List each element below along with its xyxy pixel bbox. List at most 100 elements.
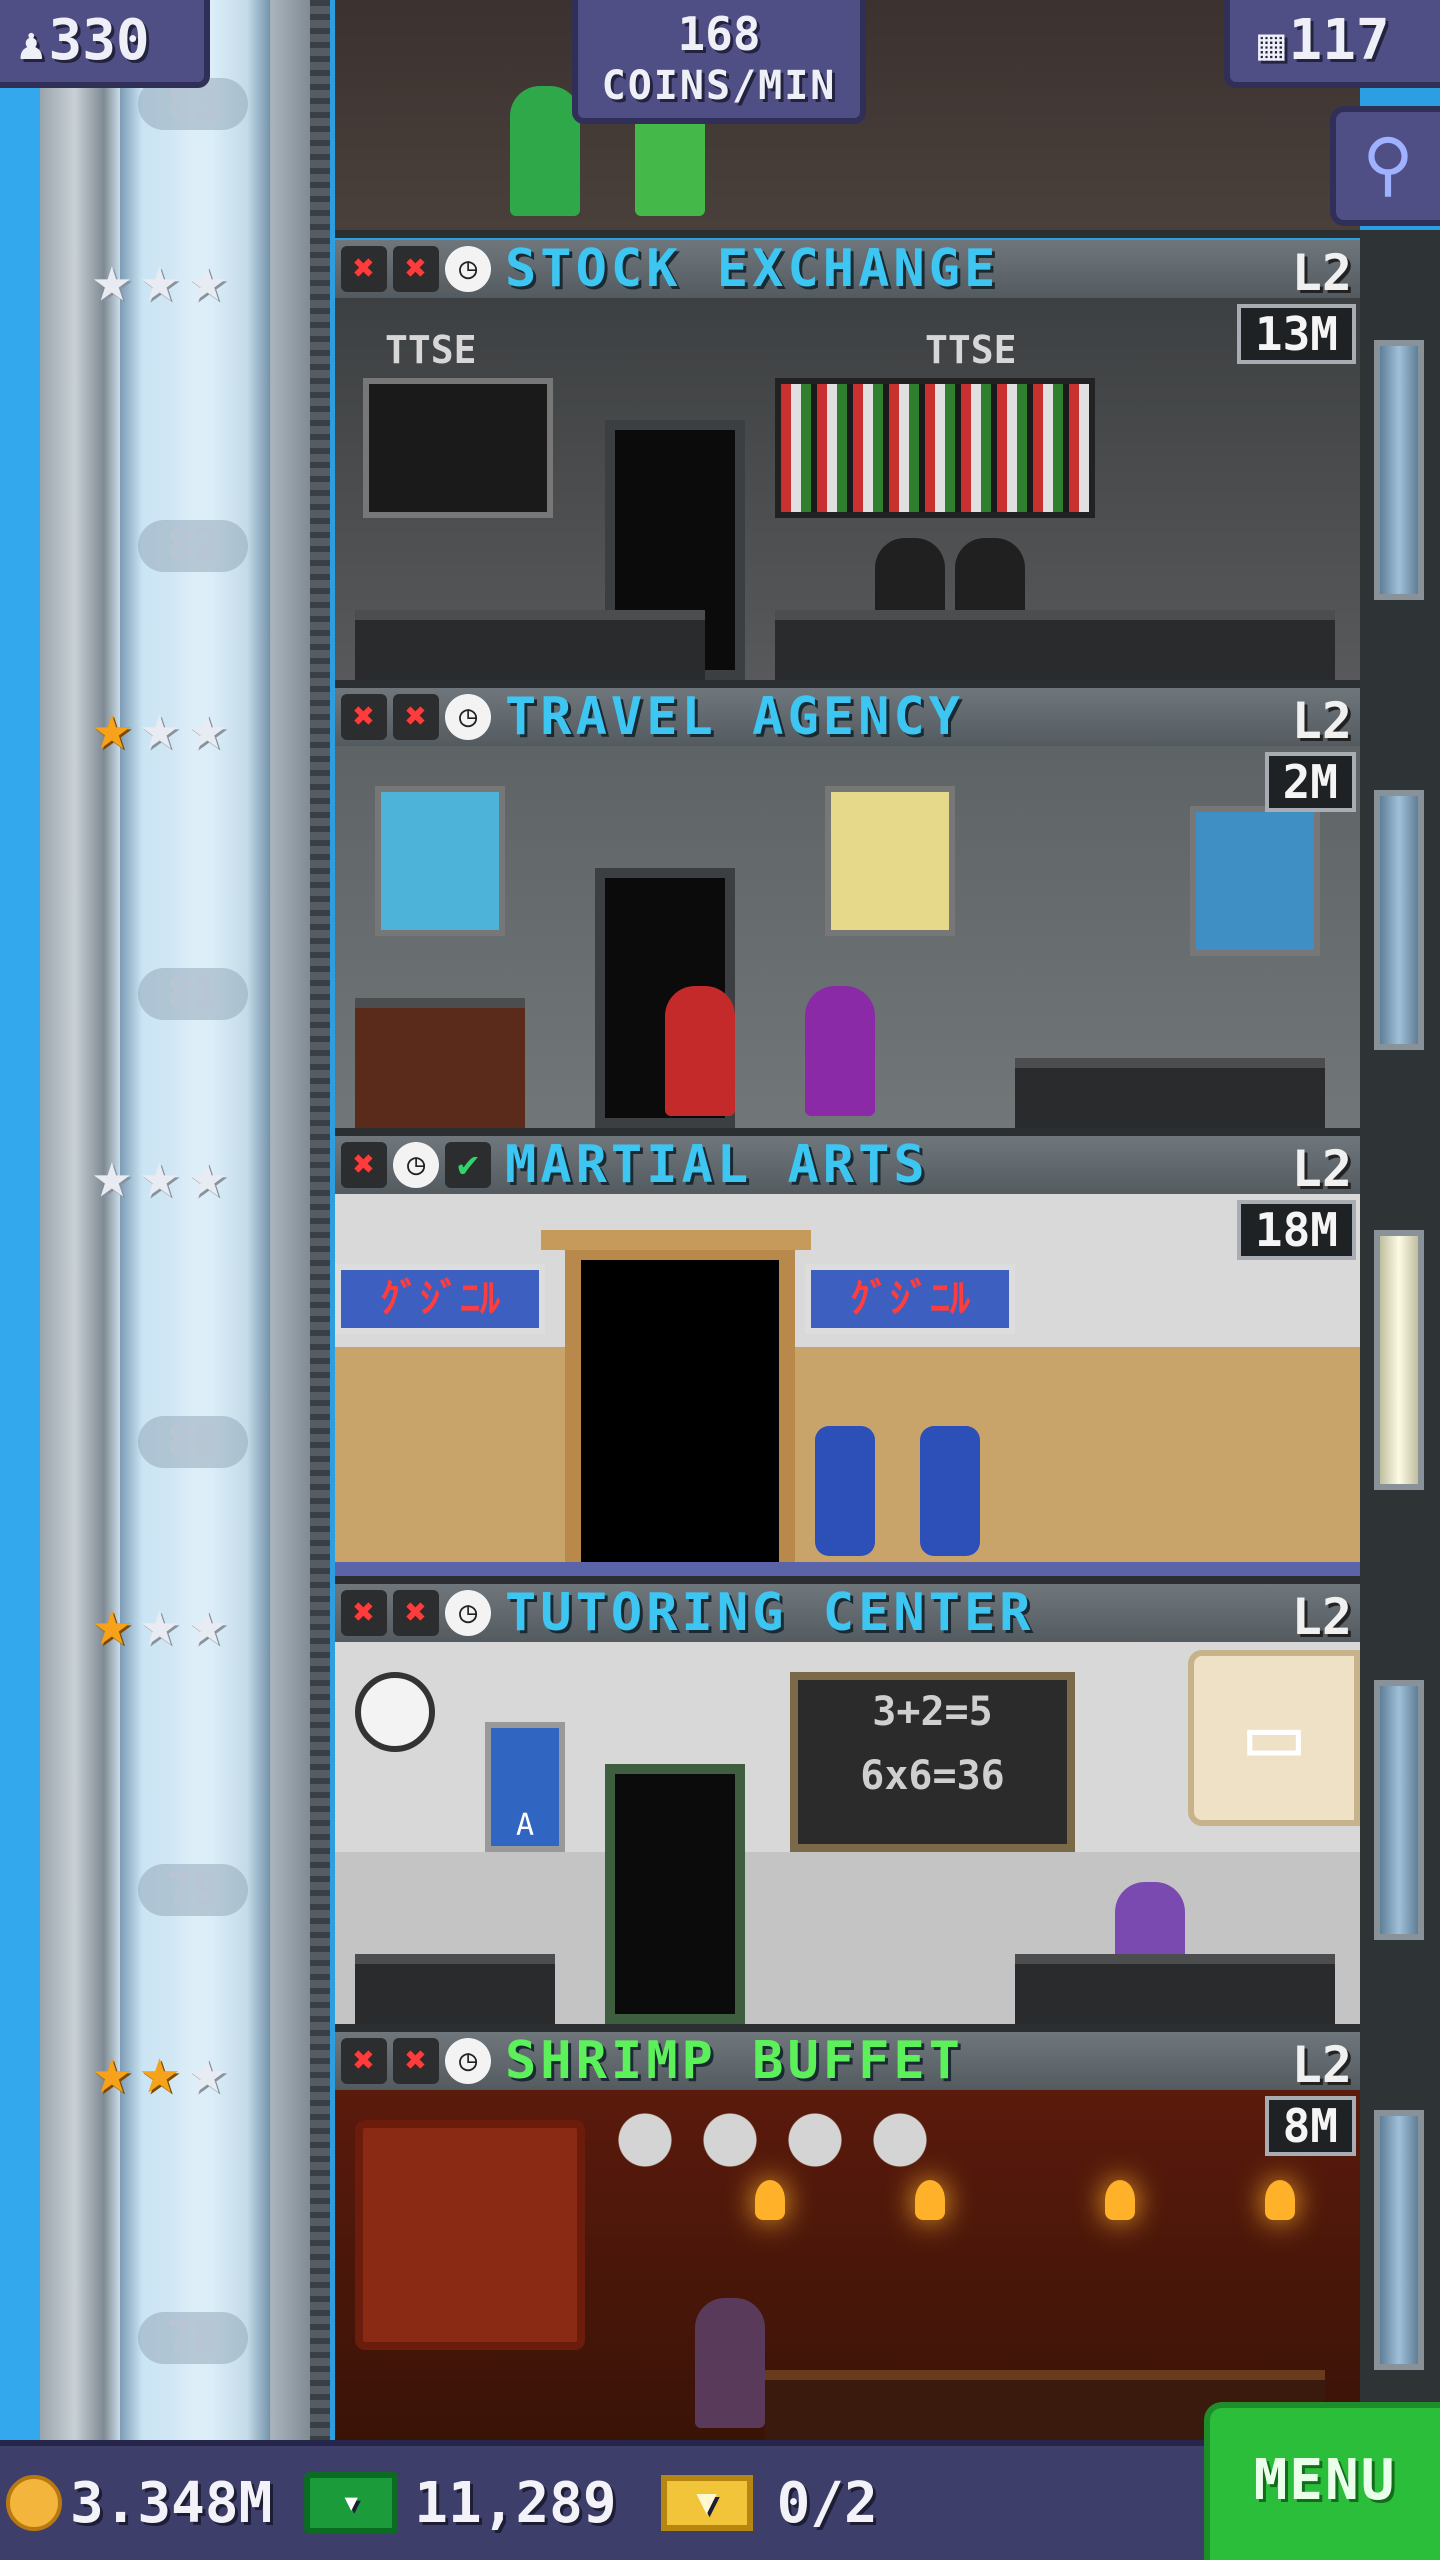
floor-stock: 18M [1236,1200,1356,1260]
floor-number-81: 81 [138,968,248,1020]
tenant [805,986,875,1116]
close-icon: ✖ [393,1590,439,1636]
dojo-banner: ｸﾞｼﾞﾆﾙ [335,1264,545,1334]
chalkboard-line: 3+2=5 [872,1689,993,1735]
travel-poster [375,786,505,936]
floor-name: MARTIAL ARTS [505,1135,929,1195]
star-icon: ★ [187,2032,228,2109]
facade-window [1374,790,1424,1050]
floor-stock-exchange[interactable]: ✖ ✖ ◷ STOCK EXCHANGE L2 TTSE TTSE 13M [335,239,1360,688]
bux-icon: ▾ [304,2472,399,2534]
floor-number-79: 79 [138,1864,248,1916]
apple-poster: A [485,1722,565,1852]
floor-header: ✖ ◷ ✔ MARTIAL ARTS L2 [335,1135,1360,1198]
chalkboard: 3+2=5 6x6=36 [790,1672,1075,1852]
magnifier-icon: ⚲ [1362,123,1414,205]
coins-rate-value: 168 [677,7,761,61]
tenant [510,86,580,216]
floor-number-80: 80 [138,1416,248,1468]
star-icon: ★ [187,240,228,317]
build-popup-button[interactable]: ▭ [1188,1650,1360,1826]
lamp [1105,2180,1135,2220]
close-icon: ✖ [341,1142,387,1188]
chart-screen [363,378,553,518]
punching-bag [815,1426,875,1556]
clock-icon: ◷ [445,1590,491,1636]
star-icon: ★ [187,1136,228,1213]
person-icon: ♟ [18,19,45,70]
menu-button[interactable]: MENU [1204,2402,1440,2560]
star-icon: ★ [92,240,132,317]
floor-count-value: 117 [1288,8,1390,73]
close-icon: ✖ [341,2038,387,2084]
floor-stars: ★ ★ ★ [92,1590,227,1656]
floor-level: L2 [1291,244,1352,302]
star-icon: ★ [92,688,132,765]
floor-header: ✖ ✖ ◷ STOCK EXCHANGE L2 [335,239,1360,302]
status-icons: ✖ ✖ ◷ [341,1590,491,1636]
star-icon: ★ [139,2032,180,2109]
population-counter[interactable]: ♟330 [0,0,210,88]
floor-stock: 13M [1236,304,1356,364]
star-icon: ★ [187,688,228,765]
facade-window [1374,1230,1424,1490]
desk [355,1954,555,2024]
status-icons: ✖ ✖ ◷ [341,694,491,740]
floor-scene: TTSE TTSE [335,298,1360,680]
search-button[interactable]: ⚲ [1330,106,1440,226]
lamp [915,2180,945,2220]
elevator-rail [310,0,330,2440]
floor-level: L2 [1291,692,1352,750]
building-icon: ▦ [1258,19,1285,70]
floor-header: ✖ ✖ ◷ TRAVEL AGENCY L2 [335,687,1360,750]
apple-poster-letter: A [515,1808,535,1843]
desk [775,610,1335,680]
floor-shrimp-buffet[interactable]: ✖ ✖ ◷ SHRIMP BUFFET L2 8M [335,2031,1360,2440]
floor-name: TRAVEL AGENCY [505,687,964,747]
star-icon: ★ [187,1584,228,1661]
shelf [355,998,525,1128]
tenant [695,2298,765,2428]
facade-window [1374,340,1424,600]
dojo-banner: ｸﾞｼﾞﾆﾙ [805,1264,1015,1334]
floor-counter[interactable]: ▦117 [1224,0,1440,88]
star-icon: ★ [139,1584,180,1661]
chalkboard-line: 6x6=36 [860,1753,1005,1799]
star-icon: ★ [139,688,180,765]
door [605,1764,745,2024]
desk [355,610,705,680]
coins-rate-display: 168 COINS/MIN [572,0,866,124]
box-icon: ▭ [1246,1683,1302,1788]
floor-stock: 2M [1264,752,1356,812]
ticket-icon: ▼ [660,2475,753,2531]
floor-number-78: 78 [138,2312,248,2364]
star-icon: ★ [92,2032,132,2109]
floor-stars: ★ ★ ★ [92,2038,227,2104]
floor-stock: 8M [1264,2096,1356,2156]
star-icon: ★ [92,1584,132,1661]
torii-gate [541,1230,811,1576]
ttse-sign: TTSE [385,328,477,372]
coins-counter[interactable]: 3.348M [6,2471,272,2536]
tickets-counter[interactable]: ▼ 0/2 [623,2471,878,2536]
floor-level: L2 [1291,1140,1352,1198]
floor-level: L2 [1291,2036,1352,2094]
sky-background [0,0,40,2440]
close-icon: ✖ [341,246,387,292]
status-icons: ✖ ✖ ◷ [341,246,491,292]
floor-scene: ｸﾞｼﾞﾆﾙ ｸﾞｼﾞﾆﾙ [335,1194,1360,1576]
floor-travel-agency[interactable]: ✖ ✖ ◷ TRAVEL AGENCY L2 2M [335,687,1360,1136]
desk [1015,1954,1335,2024]
ttse-sign: TTSE [925,328,1017,372]
population-value: 330 [48,8,150,73]
punching-bag [920,1426,980,1556]
close-icon: ✖ [393,694,439,740]
floor-martial-arts[interactable]: ✖ ◷ ✔ MARTIAL ARTS L2 ｸﾞｼﾞﾆﾙ ｸﾞｼﾞﾆﾙ 18M [335,1135,1360,1584]
dojo-mat [335,1562,1360,1576]
floor-stars: ★ ★ ★ [92,694,227,760]
check-icon: ✔ [445,1142,491,1188]
bux-counter[interactable]: ▾ 11,289 [278,2471,617,2536]
close-icon: ✖ [393,246,439,292]
facade-window [1374,2110,1424,2370]
floor-level: L2 [1291,1588,1352,1646]
